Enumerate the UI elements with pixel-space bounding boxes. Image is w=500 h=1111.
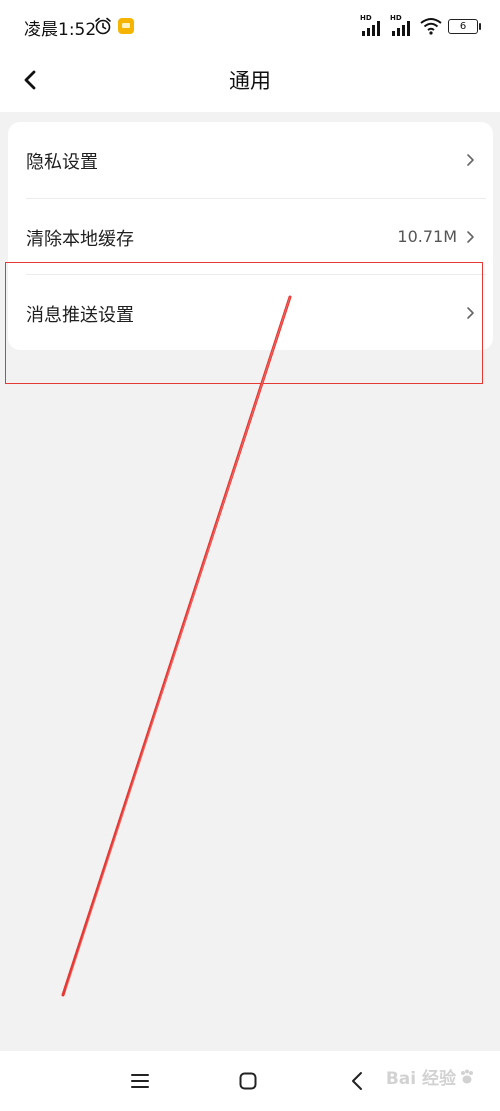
home-icon bbox=[239, 1072, 257, 1090]
menu-icon bbox=[131, 1074, 149, 1088]
back-icon bbox=[352, 1072, 362, 1090]
paw-icon bbox=[461, 1069, 473, 1083]
home-button[interactable] bbox=[234, 1067, 262, 1095]
system-back-button[interactable] bbox=[343, 1067, 371, 1095]
menu-button[interactable] bbox=[126, 1067, 154, 1095]
watermark-text: Bai 经验 bbox=[385, 1069, 456, 1089]
watermark: Bai 经验 bbox=[386, 1064, 476, 1089]
annotation-arrow bbox=[61, 295, 292, 997]
